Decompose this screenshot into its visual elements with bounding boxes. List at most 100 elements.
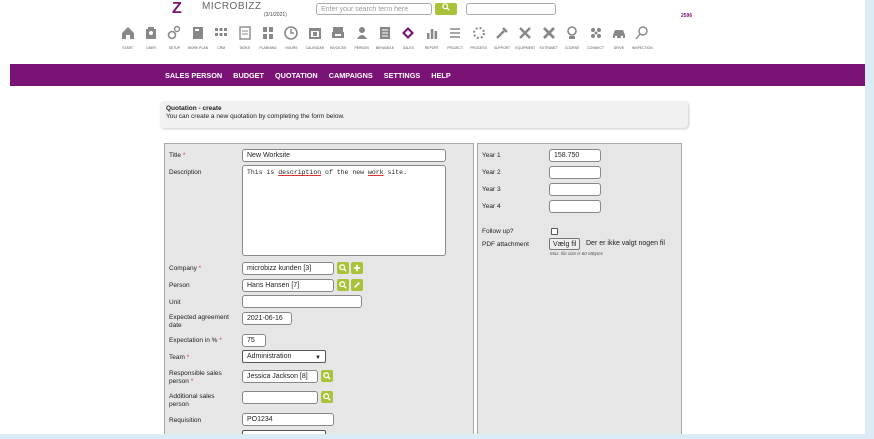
user-icon [142,24,160,42]
expectation-input[interactable]: 75 [242,334,266,347]
module-support[interactable]: SUPPORT [490,24,513,58]
requisition-input[interactable]: PO1234 [242,413,334,426]
module-connect[interactable]: CONNECT [584,24,607,58]
budget-panel: Year 1 158.750 Year 2 Year 3 Year 4 Foll… [477,143,682,434]
module-hours[interactable]: HOURS [280,24,303,58]
nav-item-settings[interactable]: SETTINGS [384,71,421,80]
followup-checkbox[interactable] [551,228,558,235]
nav-item-budget[interactable]: BUDGET [233,71,264,80]
module-label: START [122,46,134,50]
logo-text: MICROBIZZ [202,1,262,12]
description-text-part: work [367,169,384,176]
team-select[interactable]: Administration ▼ [242,350,326,363]
project-icon [446,24,464,42]
module-drive[interactable]: DRIVE [607,24,630,58]
invoices-icon [329,24,347,42]
module-label: HOURS [285,46,298,50]
vertical-scrollbar[interactable] [865,0,874,439]
module-behandle[interactable]: BEHANDLE [373,24,396,58]
module-user[interactable]: USER [139,24,162,58]
logo-icon: Z [172,0,182,17]
module-label: BEHANDLE [375,46,395,50]
module-person[interactable]: PERSON [350,24,373,58]
module-label: EXTRANET [539,46,558,50]
year1-input[interactable]: 158.750 [549,149,601,162]
search-input[interactable]: Enter your search term here [316,3,432,15]
company-add-button[interactable] [351,262,363,274]
agreement-date-label: Expected agreement date [169,314,229,329]
unit-input[interactable] [242,295,362,308]
description-text-part: site. [383,169,407,176]
module-label: EQUIPMENT [515,46,536,50]
nav-item-campaigns[interactable]: CAMPAIGNS [329,71,373,80]
description-textarea[interactable]: This is description of the new work site… [242,165,446,256]
module-report[interactable]: REPORT [420,24,443,58]
home-icon [119,24,137,42]
search-button[interactable] [435,3,457,15]
team-label: Team * [169,354,190,361]
connect-icon [587,24,605,42]
module-invoices[interactable]: INVOICES [327,24,350,58]
responsible-search-button[interactable] [321,370,333,382]
additional-label: Additional sales person [169,393,215,408]
module-label: SUPPORT [493,46,511,50]
module-tasks[interactable]: TASKS [233,24,256,58]
choose-file-button[interactable]: Vælg fil [549,238,581,250]
browser-viewport: Z MICROBIZZ (3/1/2021) Enter your search… [0,0,865,434]
module-setup[interactable]: SETUP [163,24,186,58]
nav-item-sales-person[interactable]: SALES PERSON [165,71,222,80]
year4-input[interactable] [549,200,601,213]
module-label: REPORT [424,46,439,50]
additional-input[interactable] [242,391,318,404]
module-planning[interactable]: PLANNING [256,24,279,58]
unit-label: Unit [169,299,181,306]
clock-icon [282,24,300,42]
inspection-icon [633,24,651,42]
person-edit-button[interactable] [351,279,363,291]
title-input[interactable]: New Worksite [242,149,446,162]
module-label: INVOICES [330,46,347,50]
responsible-label: Responsible sales person * [169,370,222,385]
person-search-button[interactable] [337,279,349,291]
year1-label: Year 1 [482,152,501,159]
module-equipment[interactable]: EQUIPMENT [514,24,537,58]
module-extranet[interactable]: EXTRANET [537,24,560,58]
expectation-label: Expectation in % * [169,337,222,344]
module-crm[interactable]: CRM [210,24,233,58]
pencil-icon [353,281,361,289]
module-inspection[interactable]: INSPECTION [631,24,654,58]
workplan-icon [189,24,207,42]
description-text-part: description [278,169,322,176]
chevron-down-icon: ▼ [315,355,321,361]
description-text-part: This is [247,169,279,176]
file-size-note: Max. file size is 60 MBytes [550,251,604,256]
filter-select[interactable] [466,3,556,15]
nav-item-help[interactable]: HELP [431,71,450,80]
module-label: SETUP [168,46,181,50]
agreement-date-input[interactable]: 2021-06-16 [242,312,292,325]
company-search-button[interactable] [337,262,349,274]
module-calendar[interactable]: CALENDAR [303,24,326,58]
search-icon [442,3,450,11]
module-label: WORK PLAN [187,46,209,50]
module-process[interactable]: PROCESS [467,24,490,58]
nav-item-quotation[interactable]: QUOTATION [275,71,318,80]
module-label: USER [146,46,156,50]
title-label: Title * [169,152,186,159]
person-input[interactable]: Hans Hansen [7] [242,279,334,292]
responsible-input[interactable]: Jessica Jackson [8] [242,370,318,383]
year3-input[interactable] [549,183,601,196]
year2-input[interactable] [549,166,601,179]
module-course[interactable]: COURSE [560,24,583,58]
module-sales[interactable]: SALES [397,24,420,58]
car-icon [610,24,628,42]
plus-icon [353,264,361,272]
module-project[interactable]: PROJECT [443,24,466,58]
person-label: Person [169,282,190,289]
module-work-plan[interactable]: WORK PLAN [186,24,209,58]
additional-search-button[interactable] [321,391,333,403]
module-start[interactable]: START [116,24,139,58]
company-input[interactable]: microbizz kunden [3] [242,262,334,275]
pdf-label: PDF attachment [482,241,529,248]
top-header: Z MICROBIZZ (3/1/2021) Enter your search… [0,0,865,20]
